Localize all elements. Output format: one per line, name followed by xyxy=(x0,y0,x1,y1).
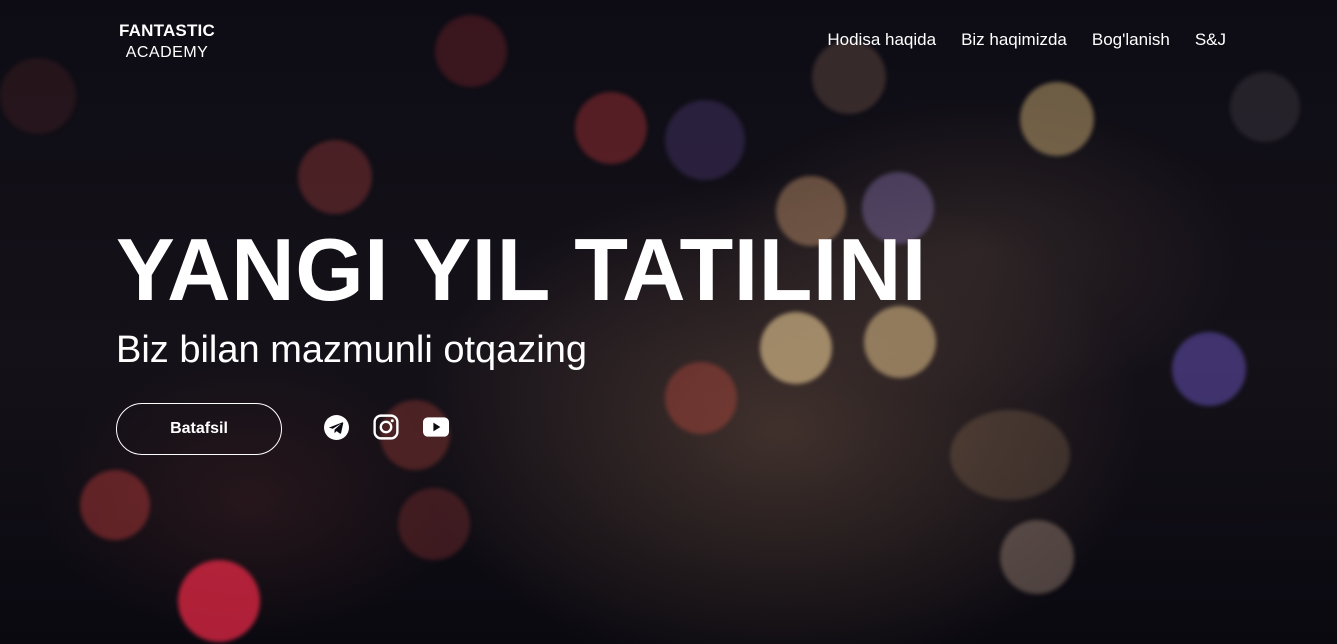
main-nav: Hodisa haqida Biz haqimizda Bog'lanish S… xyxy=(827,30,1226,50)
bokeh-light xyxy=(1230,72,1300,142)
logo-line2: ACADEMY xyxy=(125,44,209,61)
bokeh-light xyxy=(575,92,647,164)
nav-link-biz-haqimizda[interactable]: Biz haqimizda xyxy=(961,30,1067,50)
batafsil-button[interactable]: Batafsil xyxy=(116,403,282,455)
site-header: FANTASTIC ACADEMY Hodisa haqida Biz haqi… xyxy=(0,0,1337,80)
bokeh-light xyxy=(80,470,150,540)
hero-section: FANTASTIC ACADEMY Hodisa haqida Biz haqi… xyxy=(0,0,1337,644)
bokeh-light xyxy=(665,100,745,180)
nav-link-boglanish[interactable]: Bog'lanish xyxy=(1092,30,1170,50)
bokeh-light xyxy=(1020,82,1094,156)
bokeh-light xyxy=(1000,520,1074,594)
nav-link-hodisa-haqida[interactable]: Hodisa haqida xyxy=(827,30,936,50)
hero-title: YANGI YIL TATILINI xyxy=(116,220,927,319)
bokeh-light xyxy=(760,312,832,384)
bokeh-light xyxy=(298,140,372,214)
instagram-icon[interactable] xyxy=(373,414,399,440)
telegram-icon[interactable] xyxy=(323,414,349,440)
bokeh-light xyxy=(665,362,737,434)
hero-subtitle: Biz bilan mazmunli otqazing xyxy=(116,329,588,371)
bokeh-light xyxy=(398,488,470,560)
social-links xyxy=(323,414,449,440)
youtube-icon[interactable] xyxy=(423,414,449,440)
bokeh-light xyxy=(178,560,260,642)
bokeh-light xyxy=(1172,332,1246,406)
logo[interactable]: FANTASTIC ACADEMY xyxy=(116,20,218,64)
bokeh-light xyxy=(950,410,1070,500)
logo-line1: FANTASTIC xyxy=(119,21,215,40)
nav-link-sj[interactable]: S&J xyxy=(1195,30,1226,50)
